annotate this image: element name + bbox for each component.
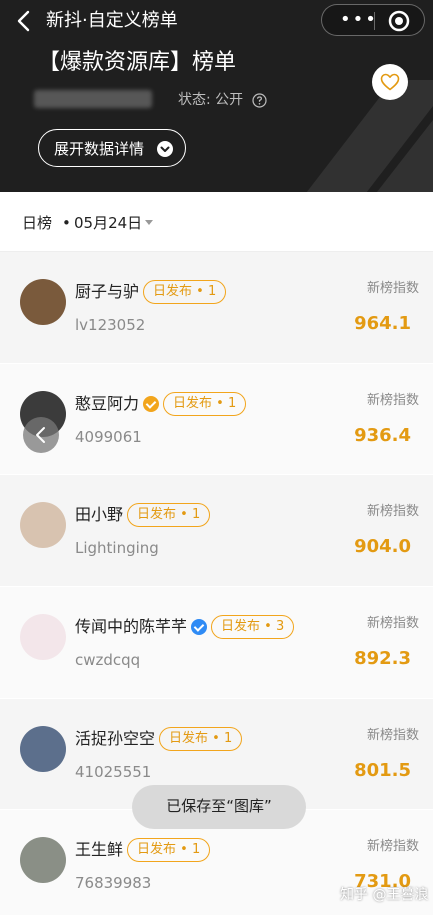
daily-posts-badge: 日发布 • 1 xyxy=(159,726,243,751)
dropdown-caret-icon[interactable] xyxy=(145,220,153,225)
avatar[interactable] xyxy=(20,837,66,884)
index-value: 892.3 xyxy=(354,648,411,670)
index-label: 新榜指数 xyxy=(366,727,419,743)
account-handle: cwzdcqq xyxy=(75,651,141,670)
saved-toast: 已保存至“图库” xyxy=(132,785,306,829)
expand-details-button[interactable]: 展开数据详情 xyxy=(38,129,186,167)
ranking-row[interactable]: 田小野 日发布 • 1 Lightinging 新榜指数 904.0 xyxy=(0,475,433,588)
index-label: 新榜指数 xyxy=(366,839,419,855)
account-handle: 41025551 xyxy=(75,762,152,781)
list-title: 【爆款资源库】榜单 xyxy=(38,50,237,75)
nav-title: 新抖·自定义榜单 xyxy=(46,10,178,31)
account-name[interactable]: 憨豆阿力 xyxy=(75,393,139,415)
index-value: 936.4 xyxy=(354,424,411,446)
index-value: 964.1 xyxy=(354,313,411,334)
index-label: 新榜指数 xyxy=(366,392,419,408)
account-name[interactable]: 活捉孙空空 xyxy=(75,728,155,750)
filter-separator: • xyxy=(62,214,71,232)
avatar[interactable] xyxy=(20,279,66,325)
account-name-line: 王生鲜 日发布 • 1 xyxy=(75,838,211,863)
back-icon[interactable] xyxy=(12,8,38,34)
index-value: 904.0 xyxy=(354,536,411,558)
account-name-line: 传闻中的陈芊芊 日发布 • 3 xyxy=(75,615,295,640)
more-icon[interactable]: ••• xyxy=(340,11,378,29)
daily-posts-badge: 日发布 • 3 xyxy=(211,615,295,640)
watermark-text: 知乎 @王謩浪 xyxy=(340,887,429,903)
date-filter-bar[interactable]: 日榜 • 05月24日 xyxy=(0,192,433,252)
account-name-line: 活捉孙空空 日发布 • 1 xyxy=(75,726,243,751)
index-label: 新榜指数 xyxy=(366,616,419,632)
daily-posts-badge: 日发布 • 1 xyxy=(143,280,227,304)
daily-posts-badge: 日发布 • 1 xyxy=(127,503,211,528)
blurred-owner-name xyxy=(34,90,152,108)
account-name-line: 田小野 日发布 • 1 xyxy=(75,503,211,528)
status-label: 状态: 公开 xyxy=(178,92,244,108)
avatar[interactable] xyxy=(20,614,66,661)
target-icon[interactable] xyxy=(388,10,410,32)
heart-icon xyxy=(380,73,400,91)
chevron-down-icon xyxy=(157,141,173,157)
ranking-row[interactable]: 厨子与驴 日发布 • 1 lv123052 新榜指数 964.1 xyxy=(0,252,433,364)
capsule-divider xyxy=(374,12,375,30)
account-name-line: 厨子与驴 日发布 • 1 xyxy=(75,280,227,304)
ranking-row[interactable]: 憨豆阿力 日发布 • 1 4099061 新榜指数 936.4 xyxy=(0,363,433,476)
floating-back-button[interactable] xyxy=(23,417,59,453)
verified-icon xyxy=(143,395,160,412)
avatar[interactable] xyxy=(20,502,66,549)
daily-posts-badge: 日发布 • 1 xyxy=(163,391,247,416)
page-header: 新抖·自定义榜单 ••• 【爆款资源库】榜单 状态: 公开 展开数据详情 xyxy=(0,0,433,192)
chevron-left-icon xyxy=(36,427,45,443)
favorite-button[interactable] xyxy=(372,64,408,100)
account-name[interactable]: 传闻中的陈芊芊 xyxy=(75,616,187,638)
account-handle: Lightinging xyxy=(75,539,159,558)
mini-program-capsule: ••• xyxy=(321,4,425,36)
verified-icon xyxy=(191,619,208,636)
account-handle: 4099061 xyxy=(75,427,142,446)
account-name-line: 憨豆阿力 日发布 • 1 xyxy=(75,391,247,416)
help-icon[interactable] xyxy=(252,93,267,108)
ranking-row[interactable]: 传闻中的陈芊芊 日发布 • 3 cwzdcqq 新榜指数 892.3 xyxy=(0,587,433,699)
expand-details-label: 展开数据详情 xyxy=(54,140,145,158)
account-handle: lv123052 xyxy=(75,316,146,334)
account-name[interactable]: 田小野 xyxy=(75,504,123,526)
index-label: 新榜指数 xyxy=(366,504,419,520)
daily-posts-badge: 日发布 • 1 xyxy=(127,838,211,863)
toast-text: 已保存至“图库” xyxy=(166,797,272,815)
account-name[interactable]: 厨子与驴 xyxy=(75,281,139,303)
account-handle: 76839983 xyxy=(75,874,152,893)
ranking-date[interactable]: 05月24日 xyxy=(74,213,142,233)
index-value: 801.5 xyxy=(354,759,411,781)
index-label: 新榜指数 xyxy=(366,281,419,296)
avatar[interactable] xyxy=(20,725,66,772)
account-name[interactable]: 王生鲜 xyxy=(75,839,123,861)
ranking-type[interactable]: 日榜 xyxy=(22,213,52,233)
